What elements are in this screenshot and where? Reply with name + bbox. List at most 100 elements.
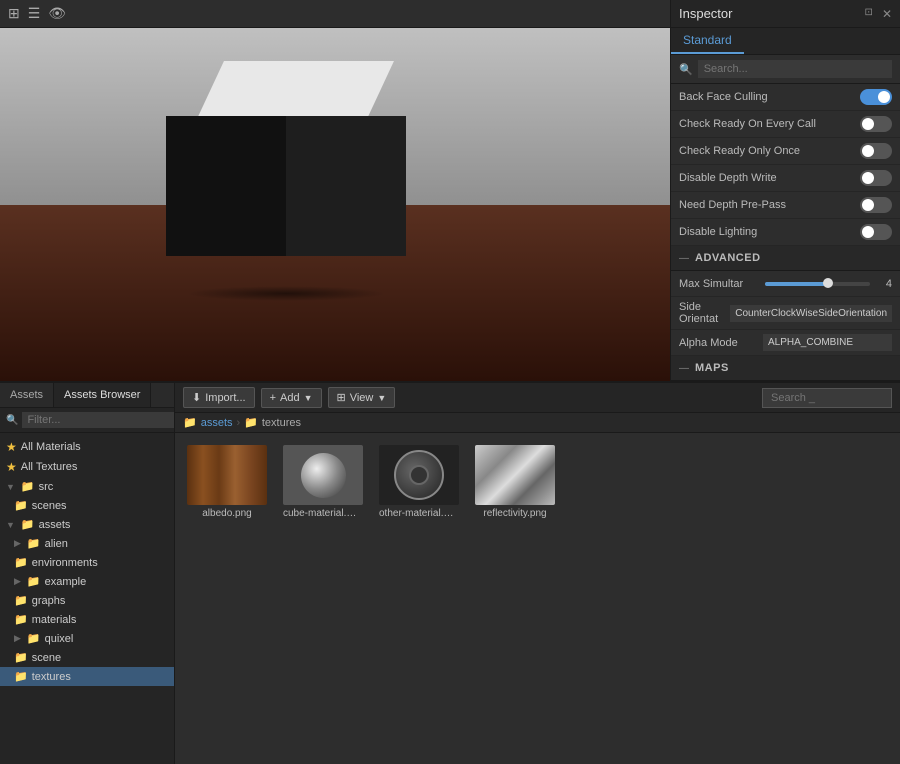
max-lights-label: Max Simultar [679, 278, 759, 290]
materials-label: materials [32, 614, 77, 626]
check-ready-only-once-label: Check Ready Only Once [679, 145, 860, 157]
tree-item-all-materials[interactable]: ★ All Materials [0, 437, 174, 457]
maps-section-label: Maps [695, 362, 729, 374]
disable-lighting-toggle[interactable] [860, 224, 892, 240]
layout-icon[interactable]: ☰ [28, 5, 41, 22]
tree-item-graphs[interactable]: 📁 graphs [0, 591, 174, 610]
assets-browser-main: ⬇ Import... + Add ▼ ⊞ View ▼ 📁 assets [175, 383, 900, 764]
tree-item-textures[interactable]: 📁 textures [0, 667, 174, 686]
maps-collapse-icon: — [679, 363, 689, 374]
asset-reflectivity-thumbnail [475, 445, 555, 505]
check-ready-every-call-label: Check Ready On Every Call [679, 118, 860, 130]
asset-cube-material[interactable]: cube-material.m... [279, 441, 367, 523]
tree-item-scene[interactable]: 📁 scene [0, 648, 174, 667]
textures-folder-icon: 📁 [14, 670, 28, 683]
inspector-tabs: Standard [671, 28, 900, 55]
disable-depth-write-label: Disable Depth Write [679, 172, 860, 184]
alien-label: alien [45, 538, 68, 550]
disable-depth-write-toggle[interactable] [860, 170, 892, 186]
browser-toolbar: ⬇ Import... + Add ▼ ⊞ View ▼ [175, 383, 900, 413]
graphs-label: graphs [32, 595, 66, 607]
inspector-panel: Inspector ⊡ ✕ Standard 🔍 Back Face Culli… [670, 0, 900, 381]
alien-expand-icon: ▶ [14, 538, 21, 549]
tab-assets-browser[interactable]: Assets Browser [54, 383, 151, 407]
view-chevron-icon: ▼ [377, 393, 386, 403]
asset-albedo-name: albedo.png [202, 508, 252, 519]
asset-reflectivity-name: reflectivity.png [483, 508, 546, 519]
advanced-collapse-icon: — [679, 253, 689, 264]
quixel-expand-icon: ▶ [14, 633, 21, 644]
tree-item-all-textures[interactable]: ★ All Textures [0, 457, 174, 477]
import-icon: ⬇ [192, 391, 201, 404]
check-ready-every-call-toggle[interactable] [860, 116, 892, 132]
add-icon: + [270, 392, 276, 404]
alpha-mode-row: Alpha Mode ALPHA_COMBINE [671, 330, 900, 356]
tab-assets[interactable]: Assets [0, 383, 54, 407]
breadcrumb-folder-icon: 📁 [183, 416, 197, 429]
need-depth-prepass-label: Need Depth Pre-Pass [679, 199, 860, 211]
assets-filter-bar: 🔍 [0, 408, 174, 433]
tree-item-src[interactable]: ▼ 📁 src [0, 477, 174, 496]
tree-item-quixel[interactable]: ▶ 📁 quixel [0, 629, 174, 648]
eye-icon[interactable]: 👁 [48, 5, 66, 22]
section-advanced[interactable]: — Advanced [671, 246, 900, 271]
inspector-maximize-icon[interactable]: ⊡ [862, 7, 876, 21]
asset-albedo[interactable]: albedo.png [183, 441, 271, 523]
example-folder-icon: 📁 [27, 575, 41, 588]
max-lights-slider[interactable] [765, 282, 870, 286]
quixel-label: quixel [45, 633, 74, 645]
breadcrumb-assets[interactable]: assets [201, 417, 233, 429]
property-check-ready-every-call: Check Ready On Every Call [671, 111, 900, 138]
tree-item-materials[interactable]: 📁 materials [0, 610, 174, 629]
tree-item-example[interactable]: ▶ 📁 example [0, 572, 174, 591]
check-ready-only-once-toggle[interactable] [860, 143, 892, 159]
all-textures-label: All Textures [21, 461, 78, 473]
property-check-ready-only-once: Check Ready Only Once [671, 138, 900, 165]
scenes-label: scenes [32, 500, 67, 512]
tree-item-scenes[interactable]: 📁 scenes [0, 496, 174, 515]
inspector-close-icon[interactable]: ✕ [882, 7, 892, 21]
breadcrumb: 📁 assets › 📁 textures [175, 413, 900, 433]
all-materials-label: All Materials [21, 441, 81, 453]
textures-label: textures [32, 671, 71, 683]
view-button[interactable]: ⊞ View ▼ [328, 387, 396, 408]
example-label: example [45, 576, 87, 588]
file-tree: ★ All Materials ★ All Textures ▼ 📁 src 📁 [0, 433, 174, 764]
need-depth-prepass-toggle[interactable] [860, 197, 892, 213]
graphs-folder-icon: 📁 [14, 594, 28, 607]
asset-cube-material-thumbnail [283, 445, 363, 505]
search-icon: 🔍 [679, 63, 693, 76]
section-maps[interactable]: — Maps [671, 356, 900, 381]
inspector-search-input[interactable] [698, 60, 892, 78]
inspector-title: Inspector [679, 6, 732, 21]
tree-item-alien[interactable]: ▶ 📁 alien [0, 534, 174, 553]
property-need-depth-prepass: Need Depth Pre-Pass [671, 192, 900, 219]
asset-reflectivity[interactable]: reflectivity.png [471, 441, 559, 523]
inspector-content: Back Face Culling Check Ready On Every C… [671, 84, 900, 381]
src-label: src [39, 481, 54, 493]
scene-label: scene [32, 652, 61, 664]
import-button[interactable]: ⬇ Import... [183, 387, 255, 408]
tab-standard[interactable]: Standard [671, 28, 744, 54]
browser-search-input[interactable] [762, 388, 892, 408]
scene-folder-icon: 📁 [14, 651, 28, 664]
add-button[interactable]: + Add ▼ [261, 388, 322, 408]
tree-item-environments[interactable]: 📁 environments [0, 553, 174, 572]
side-orientation-row: Side Orientat CounterClockWiseSideOrient… [671, 297, 900, 330]
asset-other-material-name: other-material.m... [379, 508, 459, 519]
breadcrumb-sep: › [237, 417, 241, 429]
alpha-mode-dropdown[interactable]: ALPHA_COMBINE [763, 334, 892, 351]
window-list-icon[interactable]: ⊞ [8, 5, 20, 22]
assets-filter-input[interactable] [22, 412, 174, 428]
tree-item-assets[interactable]: ▼ 📁 assets [0, 515, 174, 534]
side-orientation-dropdown[interactable]: CounterClockWiseSideOrientation [730, 305, 892, 322]
max-lights-value: 4 [876, 278, 892, 290]
add-chevron-icon: ▼ [304, 393, 313, 403]
quixel-folder-icon: 📁 [27, 632, 41, 645]
back-face-culling-toggle[interactable] [860, 89, 892, 105]
asset-cube-material-name: cube-material.m... [283, 508, 363, 519]
example-expand-icon: ▶ [14, 576, 21, 587]
side-orientation-label: Side Orientat [679, 301, 726, 325]
asset-other-material[interactable]: other-material.m... [375, 441, 463, 523]
property-back-face-culling: Back Face Culling [671, 84, 900, 111]
